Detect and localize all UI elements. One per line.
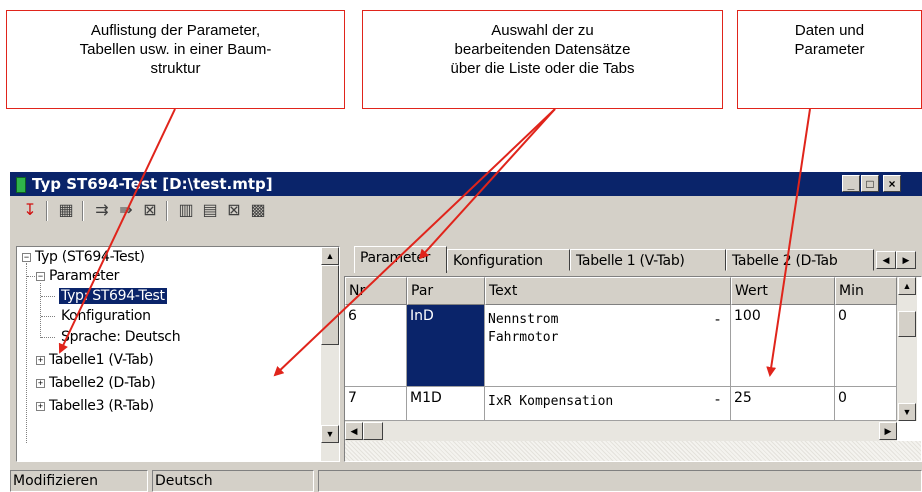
expand-icon[interactable]: +: [36, 356, 45, 365]
grid-empty-area: [345, 441, 921, 461]
column-header-text[interactable]: Text: [485, 277, 731, 305]
grid-horizontal-scrollbar[interactable]: ◀ ▶: [345, 421, 897, 441]
minimize-button[interactable]: _: [842, 175, 860, 192]
column-header-min[interactable]: Min: [835, 277, 897, 305]
insert-row-icon[interactable]: ⇉: [92, 200, 112, 222]
cell-dash: -: [715, 392, 720, 408]
tree-item-root[interactable]: Typ (ST694-Test): [35, 248, 145, 266]
title-bar[interactable]: Typ ST694-Test [D:\test.mtp] _ □ ×: [10, 172, 922, 196]
cell-wert[interactable]: 100: [731, 305, 835, 387]
tree-line: [41, 296, 55, 297]
tree-item-typ[interactable]: Typ: ST694-Test: [58, 287, 168, 305]
callout-selection: Auswahl der zu bearbeitenden Datensätze …: [362, 10, 723, 109]
callout-data: Daten und Parameter: [737, 10, 922, 109]
expand-icon[interactable]: +: [36, 402, 45, 411]
add-row-icon[interactable]: ▦: [56, 200, 76, 222]
tab-tabelle-1[interactable]: Tabelle 1 (V-Tab): [570, 249, 726, 271]
toolbar-separator: [166, 201, 168, 221]
tree-item-konfiguration[interactable]: Konfiguration: [61, 307, 151, 325]
cell-par[interactable]: M1D: [407, 387, 485, 421]
tree-line: [26, 263, 27, 443]
cell-text[interactable]: IxR Kompensation: [485, 387, 731, 421]
window-title: Typ ST694-Test [D:\test.mtp]: [32, 175, 273, 193]
app-icon: [16, 177, 26, 193]
tree-item-tabelle3[interactable]: Tabelle3 (R-Tab): [49, 397, 154, 415]
tree-scrollbar[interactable]: ▲ ▼: [321, 247, 339, 461]
scroll-down-button[interactable]: ▼: [898, 403, 916, 421]
parameter-grid[interactable]: Nr Par Text Wert Min 6 InD Nennstrom Fah…: [344, 276, 922, 462]
column-header-par[interactable]: Par: [407, 277, 485, 305]
status-mode: Modifizieren: [10, 470, 148, 492]
add-column-icon[interactable]: ▥: [176, 200, 196, 222]
expand-icon[interactable]: +: [36, 379, 45, 388]
scroll-up-button[interactable]: ▲: [898, 277, 916, 295]
tree-line: [41, 316, 55, 317]
toolbar: ↧ ▦ ⇉ ⇛ ⊠ ▥ ▤ ⊠ ▩: [10, 196, 922, 226]
cell-wert[interactable]: 25: [731, 387, 835, 421]
cell-nr[interactable]: 7: [345, 387, 407, 421]
status-language: Deutsch: [152, 470, 314, 492]
collapse-icon[interactable]: −: [22, 253, 31, 262]
grid-vertical-scrollbar[interactable]: ▲ ▼: [897, 277, 917, 421]
tab-konfiguration[interactable]: Konfiguration: [447, 249, 570, 271]
scroll-up-button[interactable]: ▲: [321, 247, 339, 265]
cell-dash: -: [715, 312, 720, 328]
tab-scroll-right-icon[interactable]: ▶: [896, 251, 916, 269]
scroll-thumb[interactable]: [363, 422, 383, 440]
tree-line: [41, 337, 55, 338]
tree-item-tabelle1[interactable]: Tabelle1 (V-Tab): [49, 351, 154, 369]
delete-column-icon[interactable]: ⊠: [224, 200, 244, 222]
scroll-left-button[interactable]: ◀: [345, 422, 363, 440]
tree-item-sprache[interactable]: Sprache: Deutsch: [61, 328, 181, 346]
cell-min[interactable]: 0: [835, 387, 897, 421]
tab-parameter[interactable]: Parameter: [354, 246, 447, 273]
scroll-down-button[interactable]: ▼: [321, 425, 339, 443]
scroll-thumb[interactable]: [898, 311, 916, 337]
delete-row-icon[interactable]: ⊠: [140, 200, 160, 222]
insert-after-icon[interactable]: ⇛: [116, 200, 136, 222]
tree-line: [40, 283, 41, 338]
tab-strip: Parameter Konfiguration Tabelle 1 (V-Tab…: [340, 246, 922, 274]
scroll-thumb[interactable]: [321, 265, 339, 345]
tree-view[interactable]: − Typ (ST694-Test) − Parameter Typ: ST69…: [16, 246, 340, 462]
rename-icon[interactable]: ▩: [248, 200, 268, 222]
cell-nr[interactable]: 6: [345, 305, 407, 387]
close-button[interactable]: ×: [883, 175, 901, 192]
collapse-icon[interactable]: −: [36, 272, 45, 281]
scroll-right-button[interactable]: ▶: [879, 422, 897, 440]
tab-scroll-left-icon[interactable]: ◀: [876, 251, 896, 269]
cell-text[interactable]: Nennstrom Fahrmotor: [485, 305, 731, 387]
cell-par-selected[interactable]: InD: [407, 305, 485, 387]
cell-min[interactable]: 0: [835, 305, 897, 387]
toolbar-separator: [46, 201, 48, 221]
column-header-wert[interactable]: Wert: [731, 277, 835, 305]
data-panel: Parameter Konfiguration Tabelle 1 (V-Tab…: [340, 246, 922, 462]
tree-item-parameter[interactable]: Parameter: [49, 267, 119, 285]
insert-column-icon[interactable]: ▤: [200, 200, 220, 222]
status-bar: Modifizieren Deutsch: [10, 468, 922, 492]
app-window: Typ ST694-Test [D:\test.mtp] _ □ × ↧ ▦ ⇉…: [10, 172, 922, 492]
status-empty-panel: [318, 470, 922, 492]
callout-tree: Auflistung der Parameter, Tabellen usw. …: [6, 10, 345, 109]
download-icon[interactable]: ↧: [20, 200, 40, 222]
tab-tabelle-2[interactable]: Tabelle 2 (D-Tab: [726, 249, 874, 271]
maximize-button[interactable]: □: [861, 175, 879, 192]
tree-item-tabelle2[interactable]: Tabelle2 (D-Tab): [49, 374, 156, 392]
toolbar-separator: [82, 201, 84, 221]
column-header-nr[interactable]: Nr: [345, 277, 407, 305]
